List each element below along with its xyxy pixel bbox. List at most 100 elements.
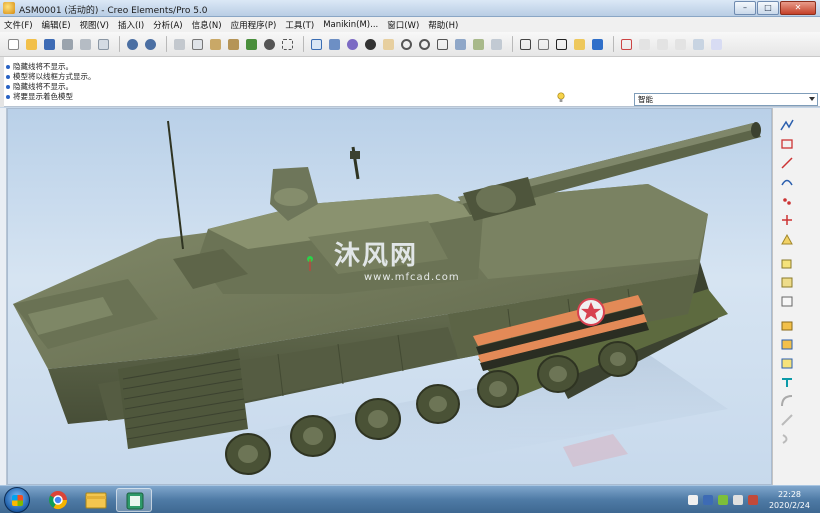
toolbar-separator xyxy=(512,36,513,52)
pattern-icon[interactable] xyxy=(780,432,794,446)
datum-planes-icon[interactable] xyxy=(619,37,634,52)
extrude-icon[interactable] xyxy=(780,256,794,270)
sketch-tool-icon[interactable] xyxy=(780,118,794,132)
new-file-icon[interactable] xyxy=(6,37,21,52)
chrome-task-button[interactable] xyxy=(40,488,76,512)
toolbar-separator xyxy=(119,36,120,52)
menu-file[interactable]: 文件(F) xyxy=(4,19,33,31)
saved-views-icon[interactable] xyxy=(489,37,504,52)
menu-manikin[interactable]: Manikin(M)... xyxy=(323,20,378,30)
zoom-in-icon[interactable] xyxy=(399,37,414,52)
hidden-line-icon[interactable] xyxy=(536,37,551,52)
rib-icon[interactable] xyxy=(780,356,794,370)
pan-hand-icon[interactable] xyxy=(381,37,396,52)
coordinate-systems-icon[interactable] xyxy=(673,37,688,52)
maximize-button[interactable]: □ xyxy=(757,1,779,15)
toolbar-separator xyxy=(303,36,304,52)
undo-icon[interactable] xyxy=(125,37,140,52)
no-hidden-icon[interactable] xyxy=(554,37,569,52)
repaint-icon[interactable] xyxy=(309,37,324,52)
display-style-icon[interactable] xyxy=(363,37,378,52)
menu-applications[interactable]: 应用程序(P) xyxy=(231,19,277,31)
shading-icon[interactable] xyxy=(572,37,587,52)
lightbulb-icon[interactable] xyxy=(557,92,565,104)
volume-icon[interactable] xyxy=(732,495,743,505)
menu-help[interactable]: 帮助(H) xyxy=(428,19,458,31)
chevron-down-icon xyxy=(809,97,815,101)
input-method-icon[interactable] xyxy=(702,495,713,505)
menu-analysis[interactable]: 分析(A) xyxy=(153,19,182,31)
menu-edit[interactable]: 编辑(E) xyxy=(42,19,71,31)
print-icon[interactable] xyxy=(60,37,75,52)
minimize-button[interactable]: – xyxy=(734,1,756,15)
analysis-feature-icon[interactable] xyxy=(780,232,794,246)
paste-special-icon[interactable] xyxy=(226,37,241,52)
menu-tools[interactable]: 工具(T) xyxy=(285,19,314,31)
taskbar-clock[interactable]: 22:28 2020/2/24 xyxy=(769,489,810,511)
windows-taskbar: 22:28 2020/2/24 xyxy=(0,485,820,513)
file-explorer-icon xyxy=(85,492,107,509)
red-star xyxy=(577,298,605,326)
spin-center-icon[interactable] xyxy=(345,37,360,52)
selection-filter-dropdown[interactable]: 智能 xyxy=(634,93,818,106)
main-toolbar xyxy=(0,32,820,57)
print-preview-icon[interactable] xyxy=(78,37,93,52)
search-icon[interactable] xyxy=(262,37,277,52)
message-scrollbar[interactable] xyxy=(0,57,4,107)
sweep-icon[interactable] xyxy=(780,294,794,308)
datum-curve-icon[interactable] xyxy=(780,175,794,189)
start-button[interactable] xyxy=(4,487,30,513)
draft-icon[interactable] xyxy=(780,375,794,389)
menu-window[interactable]: 窗口(W) xyxy=(387,19,419,31)
window-controls: – □ ✕ xyxy=(734,1,816,15)
copy-icon[interactable] xyxy=(190,37,205,52)
window-title: ASM0001 (活动的) - Creo Elements/Pro 5.0 xyxy=(19,6,208,16)
toolbar-separator xyxy=(166,36,167,52)
orient-icon[interactable] xyxy=(327,37,342,52)
wireframe-icon[interactable] xyxy=(518,37,533,52)
email-icon[interactable] xyxy=(96,37,111,52)
refit-icon[interactable] xyxy=(435,37,450,52)
right-feature-toolbar xyxy=(772,108,820,485)
datum-plane-icon[interactable] xyxy=(780,137,794,151)
network-icon[interactable] xyxy=(717,495,728,505)
chamfer-icon[interactable] xyxy=(780,413,794,427)
datum-axis-icon[interactable] xyxy=(780,156,794,170)
shell-icon[interactable] xyxy=(780,337,794,351)
close-button[interactable]: ✕ xyxy=(780,1,816,15)
open-folder-icon[interactable] xyxy=(24,37,39,52)
round-icon[interactable] xyxy=(780,394,794,408)
cut-icon[interactable] xyxy=(172,37,187,52)
info-icon xyxy=(6,95,10,99)
datum-axes-icon[interactable] xyxy=(637,37,652,52)
creo-task-button[interactable] xyxy=(116,488,152,512)
menu-view[interactable]: 视图(V) xyxy=(80,19,109,31)
coordinate-system-icon[interactable] xyxy=(780,213,794,227)
security-icon[interactable] xyxy=(747,495,758,505)
redo-icon[interactable] xyxy=(143,37,158,52)
left-panel-strip[interactable] xyxy=(0,108,7,485)
info-icon xyxy=(6,75,10,79)
tank-model[interactable] xyxy=(8,109,772,485)
menu-insert[interactable]: 插入(I) xyxy=(118,19,144,31)
paste-icon[interactable] xyxy=(208,37,223,52)
regenerate-icon[interactable] xyxy=(244,37,259,52)
explorer-task-button[interactable] xyxy=(78,488,114,512)
view-manager-icon[interactable] xyxy=(453,37,468,52)
menu-info[interactable]: 信息(N) xyxy=(192,19,222,31)
enhanced-realism-icon[interactable] xyxy=(590,37,605,52)
layers-icon[interactable] xyxy=(471,37,486,52)
tray-app-icon[interactable] xyxy=(687,495,698,505)
title-bar: ASM0001 (活动的) - Creo Elements/Pro 5.0 – … xyxy=(0,0,820,17)
hole-icon[interactable] xyxy=(780,318,794,332)
zoom-out-icon[interactable] xyxy=(417,37,432,52)
datum-point-icon[interactable] xyxy=(780,194,794,208)
context-help-icon[interactable] xyxy=(709,37,724,52)
toolbar-separator xyxy=(613,36,614,52)
revolve-icon[interactable] xyxy=(780,275,794,289)
save-icon[interactable] xyxy=(42,37,57,52)
datum-points-icon[interactable] xyxy=(655,37,670,52)
select-box-icon[interactable] xyxy=(280,37,295,52)
annotations-icon[interactable] xyxy=(691,37,706,52)
model-viewport[interactable]: 沐风网 www.mfcad.com xyxy=(7,108,772,485)
